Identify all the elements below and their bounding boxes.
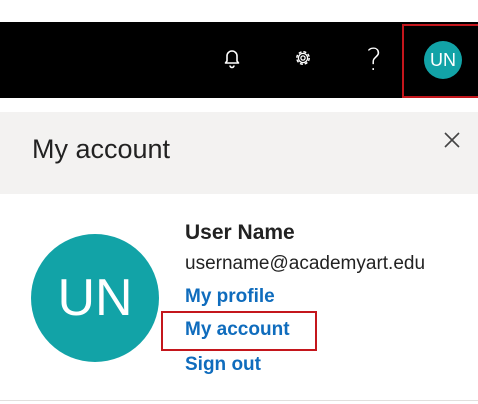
- bell-icon: [222, 47, 242, 74]
- my-profile-link[interactable]: My profile: [185, 286, 275, 308]
- top-strip: [0, 0, 478, 22]
- user-name: User Name: [185, 221, 295, 244]
- gear-icon: [292, 47, 314, 74]
- close-button[interactable]: [436, 126, 468, 158]
- my-account-link[interactable]: My account: [185, 319, 290, 341]
- header-avatar-button[interactable]: UN: [424, 41, 462, 79]
- settings-button[interactable]: [283, 22, 323, 98]
- help-button[interactable]: ?: [354, 22, 394, 98]
- notifications-button[interactable]: [212, 22, 252, 98]
- help-icon: ?: [366, 42, 382, 78]
- close-icon: [443, 131, 461, 154]
- sign-out-link[interactable]: Sign out: [185, 354, 261, 376]
- header-avatar-initials: UN: [430, 49, 456, 70]
- divider: [0, 400, 478, 401]
- user-email: username@academyart.edu: [185, 253, 426, 274]
- panel-title: My account: [32, 134, 171, 164]
- profile-avatar-initials: UN: [57, 269, 133, 327]
- profile-avatar: UN: [31, 234, 159, 362]
